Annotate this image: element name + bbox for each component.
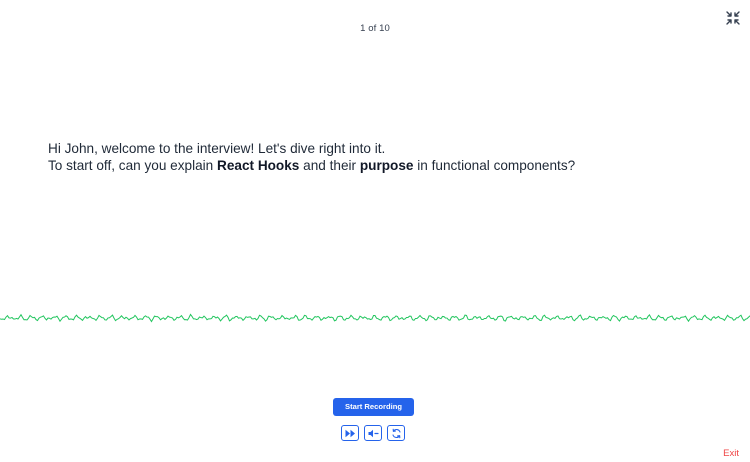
refresh-icon — [391, 428, 401, 438]
question-keyword: React Hooks — [217, 157, 300, 173]
question-text: Hi John, welcome to the interview! Let's… — [48, 141, 708, 174]
question-line-2: To start off, can you explain React Hook… — [48, 158, 708, 175]
question-line-1: Hi John, welcome to the interview! Let's… — [48, 141, 386, 156]
exit-link[interactable]: Exit — [723, 448, 739, 459]
question-keyword: purpose — [359, 157, 414, 173]
question-text-segment: in functional components? — [413, 157, 576, 173]
skip-button[interactable] — [341, 425, 359, 441]
collapse-icon — [726, 11, 740, 25]
waveform-line — [0, 313, 750, 323]
start-recording-button[interactable]: Start Recording — [333, 398, 414, 416]
collapse-button[interactable] — [725, 10, 741, 26]
fast-forward-icon — [345, 429, 355, 437]
volume-mute-icon — [368, 429, 379, 437]
audio-waveform — [0, 313, 750, 323]
mute-button[interactable] — [364, 425, 382, 441]
retry-button[interactable] — [387, 425, 405, 441]
question-counter: 1 of 10 — [360, 23, 390, 34]
question-text-segment: and their — [299, 157, 360, 173]
question-text-segment: To start off, can you explain — [48, 157, 218, 173]
playback-controls — [341, 425, 405, 441]
